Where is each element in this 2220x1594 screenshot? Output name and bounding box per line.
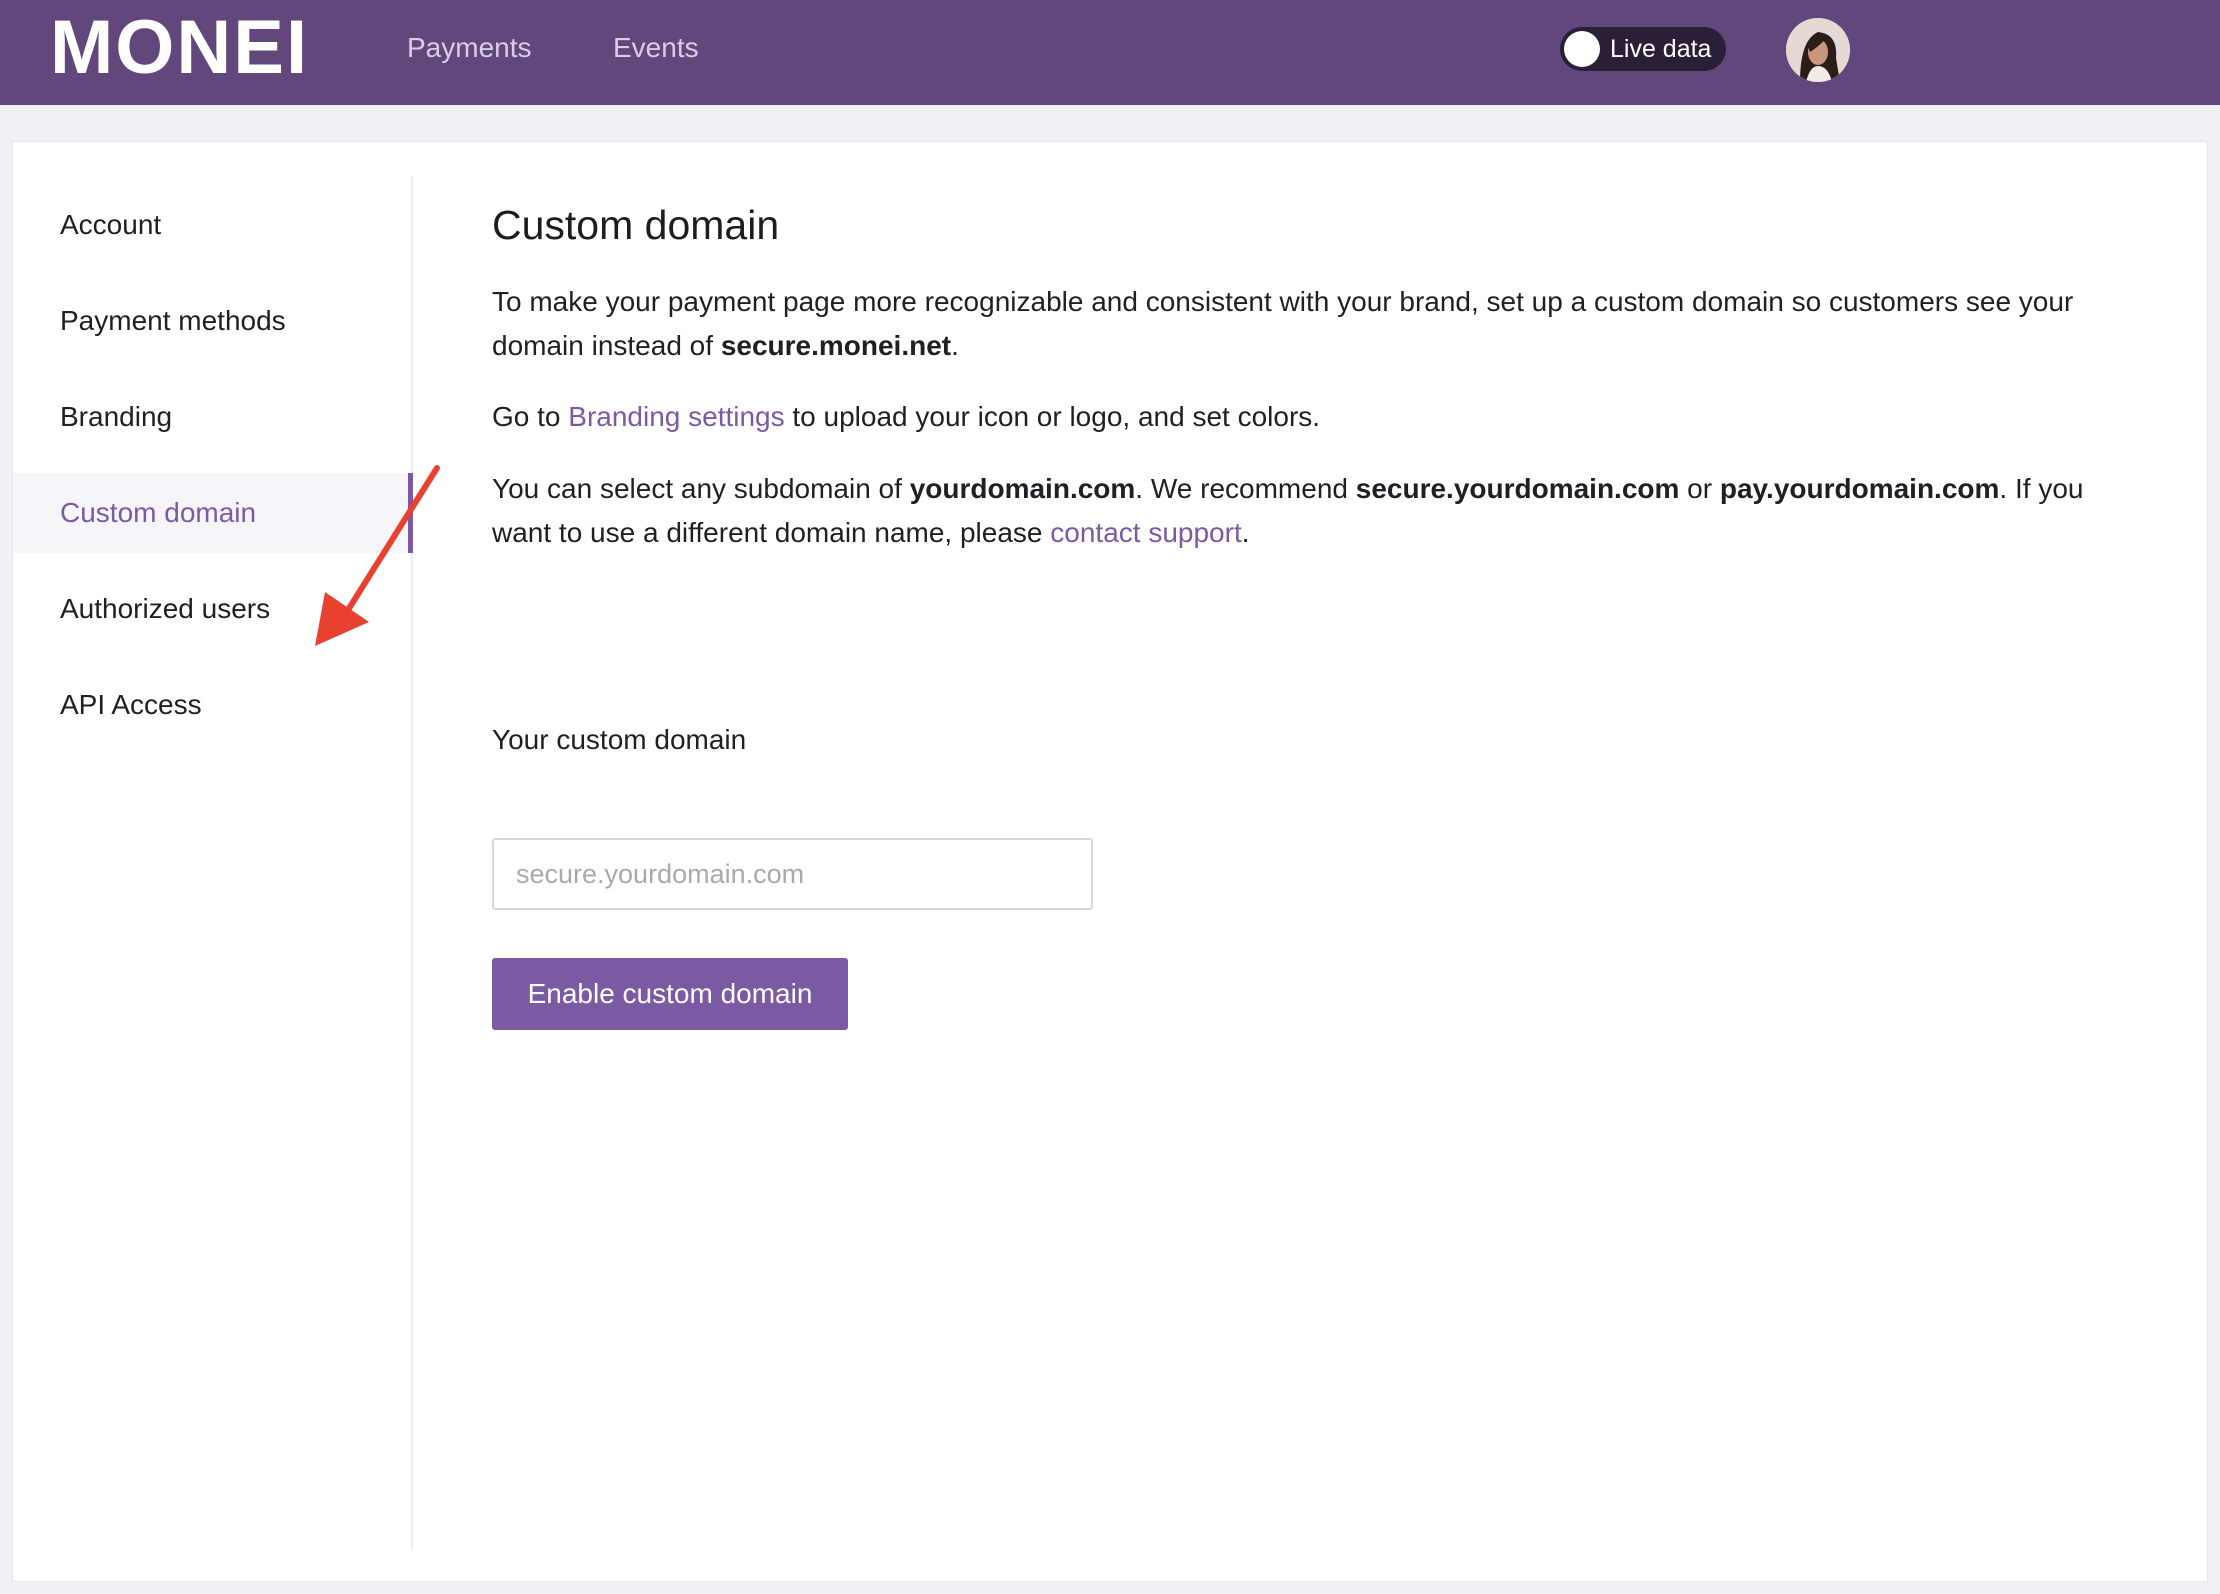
subdomain-paragraph: You can select any subdomain of yourdoma… xyxy=(492,473,2084,548)
live-data-label: Live data xyxy=(1610,35,1712,63)
contact-support-link[interactable]: contact support xyxy=(1050,517,1241,548)
sidebar-item-account[interactable]: Account xyxy=(13,185,413,265)
user-avatar[interactable] xyxy=(1786,18,1850,82)
branding-paragraph: Go to Branding settings to upload your i… xyxy=(492,401,1321,432)
default-domain-text: secure.monei.net xyxy=(720,330,952,361)
nav-payments-link[interactable]: Payments xyxy=(407,30,532,66)
live-data-toggle[interactable]: Live data xyxy=(1560,27,1726,71)
monei-logo[interactable]: MONEI xyxy=(50,8,309,88)
custom-domain-input[interactable] xyxy=(492,838,1093,910)
custom-domain-label: Your custom domain xyxy=(492,724,747,755)
sidebar-item-api-access[interactable]: API Access xyxy=(13,665,413,745)
intro-paragraph: To make your payment page more recogniza… xyxy=(492,286,2074,361)
page-title: Custom domain xyxy=(492,202,780,248)
user-avatar-icon xyxy=(1786,18,1850,82)
settings-card: Account Payment methods Branding Custom … xyxy=(12,141,2208,1582)
red-arrow-icon xyxy=(315,465,440,646)
toggle-knob xyxy=(1564,31,1600,67)
enable-custom-domain-button[interactable]: Enable custom domain xyxy=(492,958,848,1030)
sidebar-item-branding[interactable]: Branding xyxy=(13,377,413,457)
branding-settings-link[interactable]: Branding settings xyxy=(568,401,784,432)
top-navigation-bar: MONEI Payments Events Live data xyxy=(0,0,2220,105)
nav-events-link[interactable]: Events xyxy=(613,30,699,66)
sidebar-item-payment-methods[interactable]: Payment methods xyxy=(13,281,413,361)
